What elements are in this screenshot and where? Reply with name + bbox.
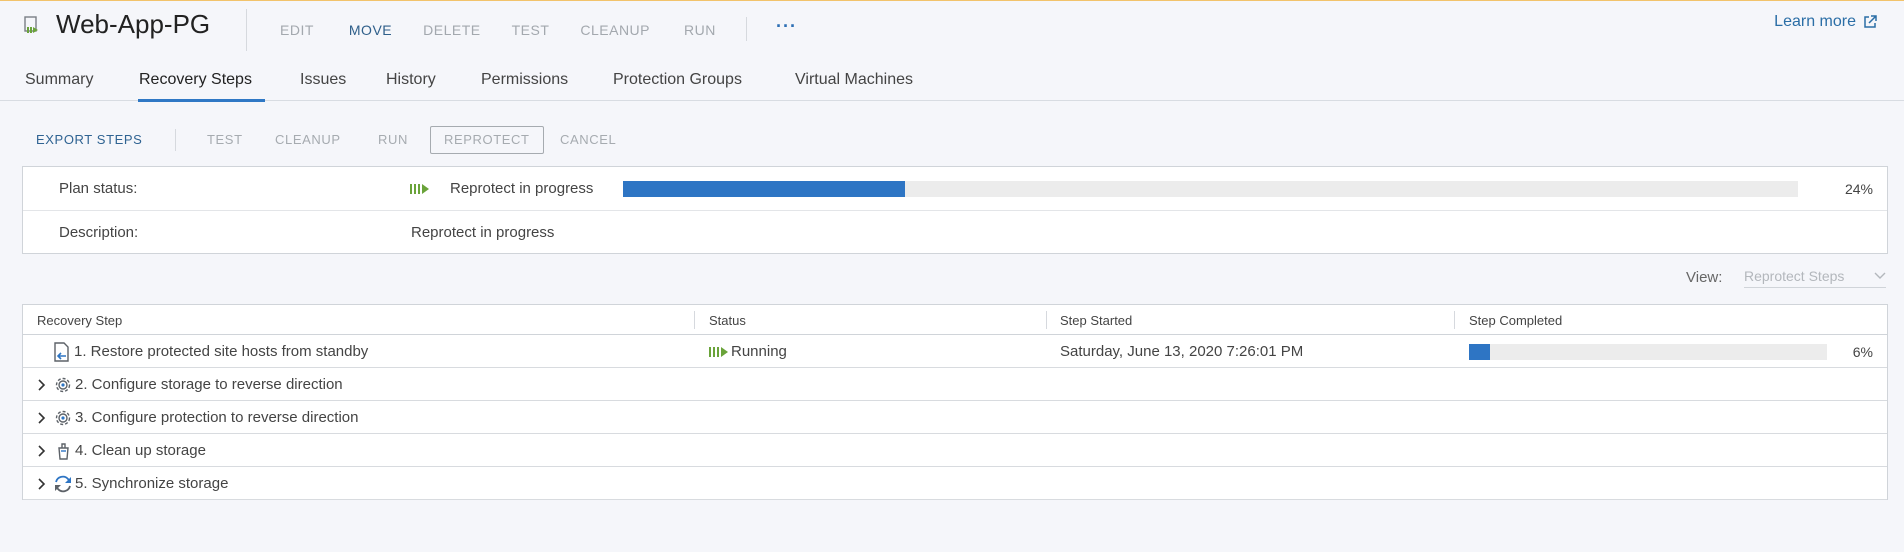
step-name: 4. Clean up storage: [75, 442, 206, 459]
step-progress-fill: [1469, 344, 1491, 360]
plan-progress-bar: [623, 181, 1798, 197]
header-actions: EDIT MOVE DELETE TEST CLEANUP RUN: [280, 22, 716, 38]
tab-virtual-machines[interactable]: Virtual Machines: [795, 71, 913, 102]
plan-progress-percent: 24%: [1844, 181, 1873, 197]
header-divider: [746, 17, 747, 41]
column-separator: [694, 311, 695, 329]
step-progress-percent: 6%: [1852, 344, 1873, 360]
step-started: Saturday, June 13, 2020 7:26:01 PM: [1060, 343, 1304, 360]
chevron-right-icon[interactable]: [37, 378, 47, 392]
plan-progress-fill: [623, 181, 905, 197]
description-row: Description: Reprotect in progress: [23, 210, 1887, 253]
export-steps-button[interactable]: EXPORT STEPS: [36, 126, 142, 154]
plan-status-value: Reprotect in progress: [450, 180, 594, 197]
header-divider: [246, 9, 247, 51]
recovery-steps-toolbar: EXPORT STEPS TEST CLEANUP RUN REPROTECT …: [0, 126, 1904, 154]
reprotect-button[interactable]: REPROTECT: [430, 126, 544, 154]
table-row[interactable]: 4. Clean up storage: [23, 434, 1887, 467]
gear-icon: [55, 377, 71, 393]
plan-status-row: Plan status: Reprotect in progress 24%: [23, 167, 1887, 210]
recovery-steps-table: Recovery Step Status Step Started Step C…: [22, 304, 1888, 500]
running-status-icon: [709, 347, 728, 357]
tab-issues[interactable]: Issues: [300, 71, 346, 102]
gear-icon: [55, 410, 71, 426]
table-header: Recovery Step Status Step Started Step C…: [23, 305, 1887, 335]
table-row[interactable]: 3. Configure protection to reverse direc…: [23, 401, 1887, 434]
edit-button[interactable]: EDIT: [280, 22, 314, 38]
column-header-recovery-step[interactable]: Recovery Step: [37, 313, 122, 328]
test-button[interactable]: TEST: [512, 22, 550, 38]
toolbar-divider: [175, 129, 176, 151]
tab-summary[interactable]: Summary: [25, 71, 93, 102]
header: Web-App-PG EDIT MOVE DELETE TEST CLEANUP…: [0, 1, 1904, 102]
chevron-right-icon[interactable]: [37, 411, 47, 425]
column-separator: [1046, 311, 1047, 329]
learn-more-link[interactable]: Learn more: [1774, 13, 1878, 31]
description-value: Reprotect in progress: [411, 224, 555, 241]
view-label: View:: [1686, 269, 1723, 286]
column-header-step-started[interactable]: Step Started: [1060, 313, 1132, 328]
running-status-icon: [410, 184, 429, 194]
table-row[interactable]: 2. Configure storage to reverse directio…: [23, 368, 1887, 401]
description-label: Description:: [59, 224, 139, 241]
cancel-button[interactable]: CANCEL: [560, 126, 616, 154]
sync-icon: [55, 475, 71, 493]
step-name: 2. Configure storage to reverse directio…: [75, 376, 343, 393]
protection-group-icon: [24, 16, 38, 33]
view-select-value: Reprotect Steps: [1744, 268, 1845, 284]
more-actions-button[interactable]: ···: [776, 16, 797, 37]
run-button[interactable]: RUN: [684, 22, 716, 38]
restore-host-icon: [54, 342, 69, 362]
external-link-icon: [1864, 15, 1877, 28]
column-header-step-completed[interactable]: Step Completed: [1469, 313, 1562, 328]
move-button[interactable]: MOVE: [349, 22, 392, 38]
chevron-right-icon[interactable]: [37, 477, 47, 491]
run-plan-button[interactable]: RUN: [378, 126, 408, 154]
tab-bar: Summary Recovery Steps Issues History Pe…: [0, 71, 1904, 102]
table-row[interactable]: 1. Restore protected site hosts from sta…: [23, 335, 1887, 368]
chevron-down-icon: [1874, 272, 1886, 279]
column-separator: [1454, 311, 1455, 329]
step-name: 5. Synchronize storage: [75, 475, 229, 492]
step-status: Running: [731, 343, 787, 360]
tab-protection-groups[interactable]: Protection Groups: [613, 71, 742, 102]
plan-status-panel: Plan status: Reprotect in progress 24% D…: [22, 166, 1888, 254]
tab-history[interactable]: History: [386, 71, 436, 102]
cleanup-plan-button[interactable]: CLEANUP: [275, 126, 341, 154]
table-row[interactable]: 5. Synchronize storage: [23, 467, 1887, 500]
step-name: 3. Configure protection to reverse direc…: [75, 409, 359, 426]
plan-status-label: Plan status:: [59, 180, 138, 197]
learn-more-label: Learn more: [1774, 13, 1856, 30]
tab-recovery-steps[interactable]: Recovery Steps: [138, 71, 265, 102]
column-header-status[interactable]: Status: [709, 313, 746, 328]
cleanup-icon: [58, 443, 69, 460]
chevron-right-icon[interactable]: [37, 444, 47, 458]
step-name: 1. Restore protected site hosts from sta…: [74, 343, 369, 360]
step-progress-bar: [1469, 344, 1827, 360]
delete-button[interactable]: DELETE: [423, 22, 480, 38]
cleanup-button[interactable]: CLEANUP: [580, 22, 650, 38]
test-plan-button[interactable]: TEST: [207, 126, 243, 154]
view-select[interactable]: Reprotect Steps: [1744, 268, 1886, 288]
page-title: Web-App-PG: [56, 9, 211, 39]
tab-permissions[interactable]: Permissions: [481, 71, 568, 102]
